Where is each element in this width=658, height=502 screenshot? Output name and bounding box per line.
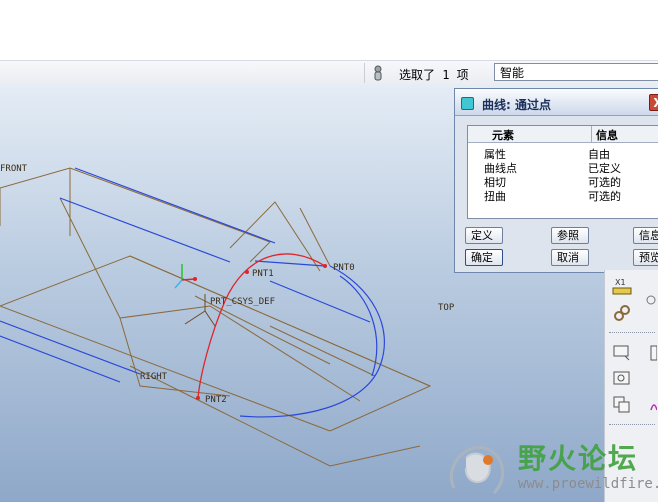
row-element: 扭曲	[484, 190, 506, 203]
text-icon[interactable]	[635, 394, 658, 416]
label-right[interactable]: RIGHT	[140, 372, 168, 382]
sketch-icon[interactable]	[635, 342, 658, 364]
watermark-text: 野火论坛	[518, 442, 639, 475]
selection-filter-dropdown[interactable]: 智能	[494, 63, 658, 81]
ok-button[interactable]: 确定	[465, 249, 503, 266]
status-separator	[364, 63, 365, 83]
label-front[interactable]: FRONT	[0, 164, 28, 174]
table-row[interactable]: 相切 可选的	[468, 174, 658, 189]
label-pnt1[interactable]: PNT1	[252, 269, 274, 279]
info-button[interactable]: 信息	[633, 227, 658, 244]
table-row[interactable]: 扭曲 可选的	[468, 188, 658, 203]
column-header-info: 信息	[596, 129, 618, 142]
link-icon[interactable]	[611, 302, 633, 324]
dialog-icon	[461, 97, 474, 110]
element-table: 元素 信息 属性 自由 曲线点 已定义 相切 可选的 扭曲 可选的	[467, 125, 658, 219]
column-header-element: 元素	[492, 129, 514, 142]
datum-points	[196, 264, 327, 400]
view-triad	[174, 264, 197, 289]
label-pnt2[interactable]: PNT2	[205, 395, 227, 405]
table-header: 元素 信息	[468, 126, 658, 143]
copy-icon[interactable]	[611, 394, 633, 416]
watermark: 野火论坛 www.proewildfire.cn	[444, 436, 658, 502]
datum-planes	[0, 167, 432, 467]
watermark-logo-icon	[449, 445, 505, 495]
label-top[interactable]: TOP	[438, 303, 455, 313]
dialog-close-button[interactable]: X	[649, 94, 658, 111]
selection-count: 选取了 1 项	[399, 68, 469, 82]
distance-icon[interactable]: X1	[611, 276, 633, 298]
preview-button[interactable]: 预览	[633, 249, 658, 266]
row-info: 可选的	[588, 190, 621, 203]
circle-icon[interactable]	[635, 290, 657, 312]
watermark-url: www.proewildfire.cn	[518, 476, 658, 492]
flag-icon[interactable]	[611, 342, 633, 364]
dialog-title: 曲线: 通过点	[482, 98, 551, 112]
label-csys[interactable]: PRT_CSYS_DEF	[210, 297, 275, 307]
define-button[interactable]: 定义	[465, 227, 503, 244]
cancel-button[interactable]: 取消	[551, 249, 589, 266]
table-row[interactable]: 曲线点 已定义	[468, 160, 658, 175]
svg-text:X1: X1	[615, 278, 626, 287]
selection-filter-icon[interactable]	[370, 64, 386, 82]
reference-button[interactable]: 参照	[551, 227, 589, 244]
dialog-title-bar[interactable]: 曲线: 通过点 X	[455, 89, 658, 116]
label-pnt0[interactable]: PNT0	[333, 263, 355, 273]
table-row[interactable]: 属性 自由	[468, 146, 658, 161]
view-icon[interactable]	[611, 368, 633, 390]
curve-through-points-dialog: 曲线: 通过点 X 元素 信息 属性 自由 曲线点 已定义 相切 可选的 扭曲 …	[454, 88, 658, 273]
